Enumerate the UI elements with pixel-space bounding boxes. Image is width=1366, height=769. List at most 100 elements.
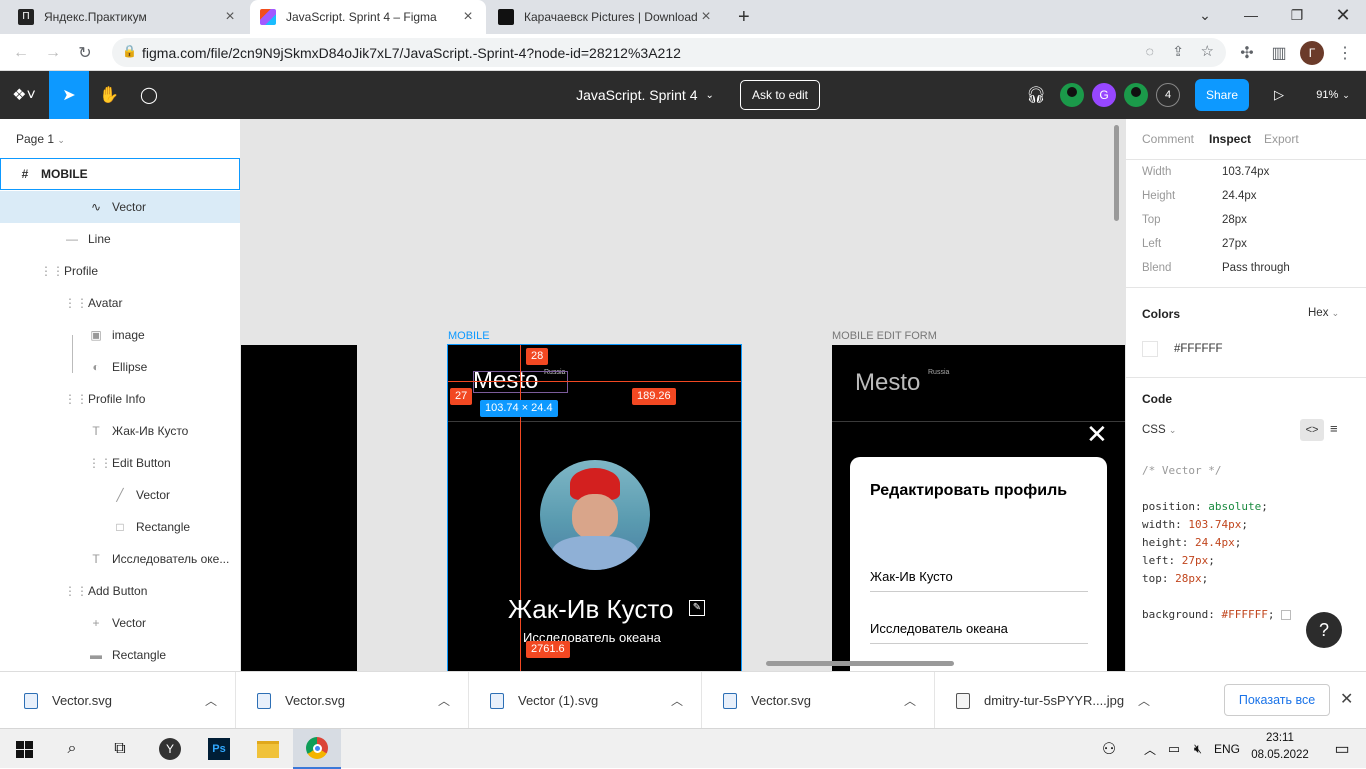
reload-icon[interactable]: ↻ (74, 42, 96, 64)
search-icon[interactable]: ⌕ (48, 729, 96, 769)
edit-icon[interactable]: ✎ (689, 600, 705, 616)
clock-time[interactable]: 23:11 (1250, 732, 1310, 744)
color-hex-value[interactable]: #FFFFFF (1174, 343, 1223, 355)
windows-start-icon[interactable] (0, 729, 48, 769)
chevron-up-icon[interactable]: ︿ (1138, 729, 1162, 769)
frame-label-mobile[interactable]: MOBILE (448, 330, 490, 342)
comment-tool-icon[interactable]: ◯ (129, 71, 169, 119)
chevron-up-icon[interactable]: ︿ (904, 692, 916, 709)
figma-menu-icon[interactable]: ❖˅ (4, 71, 44, 119)
prop-width-value[interactable]: 103.74px (1222, 166, 1269, 178)
chevron-up-icon[interactable]: ︿ (1138, 692, 1150, 709)
headphones-icon[interactable]: 🎧︎ (1022, 71, 1050, 119)
side-panel-icon[interactable]: ▥ (1268, 42, 1290, 64)
profile-avatar[interactable]: Г (1300, 41, 1324, 65)
layer-rectangle-minus[interactable]: ▬ Rectangle (0, 639, 240, 671)
code-view-icon[interactable]: <> (1300, 419, 1324, 441)
page-selector[interactable]: Page 1 ⌄ (16, 132, 65, 146)
address-bar[interactable]: 🔒 figma.com/file/2cn9N9jSkmxD84oJik7xL7/… (112, 38, 1226, 67)
color-swatch[interactable] (1142, 341, 1158, 357)
back-icon[interactable]: ← (10, 42, 32, 64)
layer-vector-pen[interactable]: ╱ Vector (0, 479, 240, 511)
color-format-select[interactable]: Hex ⌄ (1308, 307, 1339, 319)
present-icon[interactable]: ▷ (1266, 71, 1292, 119)
move-tool-icon[interactable]: ➤ (49, 71, 89, 119)
layer-line[interactable]: — Line (0, 223, 240, 255)
layer-name-text[interactable]: T Жак-Ив Кусто (0, 415, 240, 447)
prop-height-value[interactable]: 24.4px (1222, 190, 1257, 202)
ask-to-edit-button[interactable]: Ask to edit (740, 80, 820, 110)
layer-ellipse[interactable]: ◐ Ellipse (0, 351, 240, 383)
yandex-browser-icon[interactable]: Y (146, 729, 194, 769)
tab-pictures[interactable]: Карачаевск Pictures | Download × (488, 0, 724, 34)
minimize-icon[interactable]: — (1228, 0, 1274, 30)
prop-left-value[interactable]: 27px (1222, 238, 1247, 250)
layer-job-text[interactable]: T Исследователь оке... (0, 543, 240, 575)
layer-profile[interactable]: ⋮⋮ Profile (0, 255, 240, 287)
close-window-icon[interactable]: ✕ (1320, 0, 1366, 30)
code-language-select[interactable]: CSS ⌄ (1142, 424, 1176, 436)
zoom-control[interactable]: 91% ⌄ (1308, 71, 1358, 119)
layer-mobile[interactable]: # MOBILE (0, 158, 240, 190)
edit-form-frame[interactable]: Mesto Russia ✕ Редактировать профиль Жак… (832, 345, 1125, 671)
battery-icon[interactable]: ▭ (1162, 729, 1186, 769)
design-canvas[interactable]: MOBILE Mesto Russia 28 27 189.26 103.74 … (241, 119, 1125, 671)
new-tab-button[interactable]: + (730, 0, 764, 34)
viewer-count[interactable]: 4 (1156, 83, 1180, 107)
tab-export[interactable]: Export (1264, 132, 1299, 146)
eye-off-icon[interactable]: ◌ (1146, 43, 1154, 59)
popup-name-input[interactable]: Жак-Ив Кусто (870, 569, 953, 584)
chevron-up-icon[interactable]: ︿ (438, 692, 450, 709)
collaborator-avatar[interactable] (1124, 83, 1148, 107)
download-item[interactable]: Vector.svg ︿ (237, 672, 469, 729)
prop-top-value[interactable]: 28px (1222, 214, 1247, 226)
hand-tool-icon[interactable]: ✋ (89, 71, 129, 119)
download-item[interactable]: dmitry-tur-5sPYYR....jpg ︿ (936, 672, 1168, 729)
layer-image[interactable]: ▣ image (0, 319, 240, 351)
close-icon[interactable]: ✕ (1086, 419, 1108, 450)
download-item[interactable]: Vector.svg ︿ (4, 672, 236, 729)
frame-label-edit-form[interactable]: MOBILE EDIT FORM (832, 330, 937, 342)
bookmark-star-icon[interactable]: ☆ (1201, 42, 1214, 60)
tab-comment[interactable]: Comment (1142, 132, 1194, 146)
people-icon[interactable]: ⚇ (1094, 729, 1124, 769)
chevron-up-icon[interactable]: ︿ (671, 692, 683, 709)
photoshop-icon[interactable]: Ps (195, 729, 243, 769)
menu-icon[interactable]: ⋮ (1334, 42, 1356, 64)
volume-muted-icon[interactable]: 🔇︎ (1186, 729, 1210, 769)
share-button[interactable]: Share (1195, 79, 1249, 111)
show-all-button[interactable]: Показать все (1224, 684, 1330, 716)
download-item[interactable]: Vector.svg ︿ (703, 672, 935, 729)
layer-vector-plus[interactable]: + Vector (0, 607, 240, 639)
collaborator-avatar[interactable] (1060, 83, 1084, 107)
share-icon[interactable]: ⇪ (1172, 43, 1184, 60)
notifications-icon[interactable]: ▭ (1318, 729, 1366, 769)
tab-inspect[interactable]: Inspect (1209, 132, 1251, 146)
close-tab-icon[interactable]: × (698, 8, 714, 26)
extensions-icon[interactable]: ✣ (1236, 42, 1258, 64)
mobile-frame[interactable]: Mesto Russia 28 27 189.26 103.74 × 24.4 … (447, 344, 742, 671)
forward-icon[interactable]: → (42, 42, 64, 64)
file-title[interactable]: JavaScript. Sprint 4 ⌄ (560, 71, 730, 119)
chevron-up-icon[interactable]: ︿ (205, 692, 217, 709)
clock-date[interactable]: 08.05.2022 (1250, 749, 1310, 761)
list-view-icon[interactable]: ≡ (1330, 421, 1338, 436)
close-tab-icon[interactable]: × (460, 8, 476, 26)
layer-avatar[interactable]: ⋮⋮ Avatar (0, 287, 240, 319)
task-view-icon[interactable]: ⧉ (96, 729, 144, 769)
vertical-scrollbar[interactable] (1114, 125, 1119, 221)
horizontal-scrollbar[interactable] (766, 661, 954, 666)
tab-figma[interactable]: JavaScript. Sprint 4 – Figma × (250, 0, 486, 34)
file-explorer-icon[interactable] (244, 729, 292, 769)
popup-job-input[interactable]: Исследователь океана (870, 621, 1008, 636)
layer-vector[interactable]: ∿ Vector (0, 191, 240, 223)
close-downloads-icon[interactable]: ✕ (1340, 689, 1353, 709)
collaborator-avatar-g[interactable]: G (1092, 83, 1116, 107)
layer-add-button[interactable]: ⋮⋮ Add Button (0, 575, 240, 607)
layer-profile-info[interactable]: ⋮⋮ Profile Info (0, 383, 240, 415)
download-item[interactable]: Vector (1).svg ︿ (470, 672, 702, 729)
restore-icon[interactable]: ❐ (1274, 0, 1320, 30)
layer-rectangle[interactable]: □ Rectangle (0, 511, 240, 543)
prop-blend-value[interactable]: Pass through (1222, 262, 1290, 274)
tab-search-icon[interactable]: ⌄ (1182, 0, 1228, 30)
